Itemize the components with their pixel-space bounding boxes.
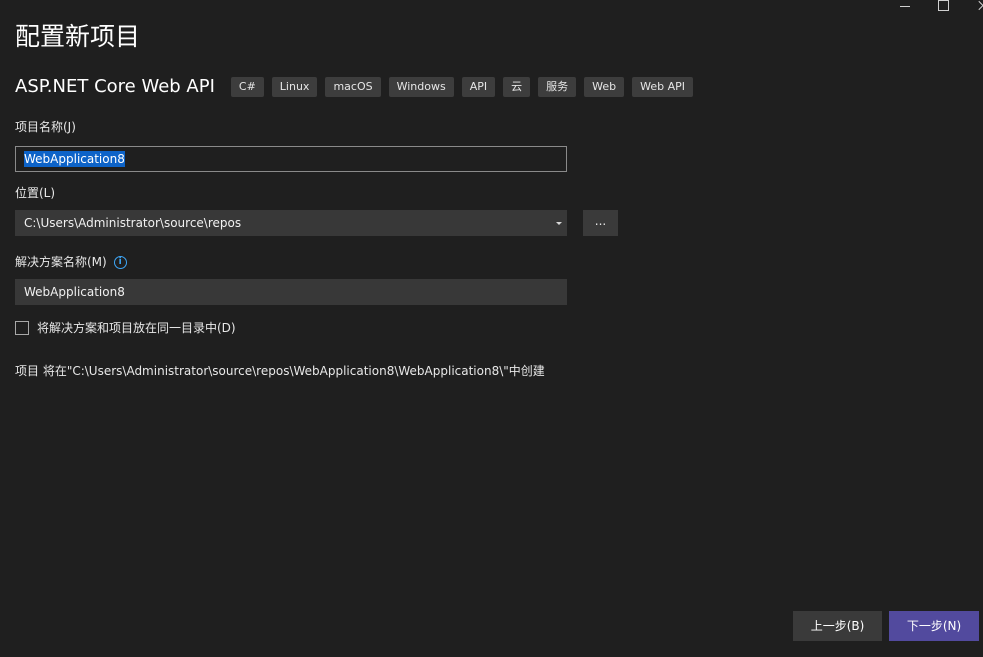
close-icon[interactable]: [975, 0, 983, 14]
minimize-icon[interactable]: [899, 0, 913, 14]
browse-button[interactable]: ...: [583, 210, 618, 236]
page-title: 配置新项目: [15, 22, 141, 51]
project-name-value: WebApplication8: [24, 151, 125, 167]
tag-web-api: Web API: [632, 77, 693, 97]
tag-windows: Windows: [388, 77, 454, 97]
back-button[interactable]: 上一步(B): [793, 611, 882, 641]
solution-name-label: 解决方案名称(M): [15, 255, 107, 269]
info-icon[interactable]: i: [113, 255, 127, 269]
same-directory-option[interactable]: 将解决方案和项目放在同一目录中(D): [15, 319, 236, 336]
next-button[interactable]: 下一步(N): [889, 611, 979, 641]
solution-name-value: WebApplication8: [24, 285, 125, 299]
maximize-icon[interactable]: [938, 0, 949, 14]
tag-service: 服务: [538, 77, 577, 97]
tag-csharp: C#: [230, 77, 264, 97]
project-name-input[interactable]: WebApplication8: [15, 146, 567, 172]
project-name-label: 项目名称(J): [15, 120, 76, 134]
configure-project-window: 配置新项目 ASP.NET Core Web API C# Linux macO…: [0, 0, 983, 657]
location-value: C:\Users\Administrator\source\repos: [24, 216, 242, 230]
location-combobox[interactable]: C:\Users\Administrator\source\repos: [15, 210, 567, 236]
template-name: ASP.NET Core Web API: [15, 76, 215, 97]
project-path-note: 项目 将在"C:\Users\Administrator\source\repo…: [15, 364, 545, 378]
tag-web: Web: [584, 77, 625, 97]
location-label: 位置(L): [15, 186, 56, 200]
tag-api: API: [461, 77, 496, 97]
solution-name-input[interactable]: WebApplication8: [15, 279, 567, 305]
chevron-down-icon[interactable]: [556, 222, 562, 225]
tag-cloud: 云: [503, 77, 531, 97]
same-directory-label: 将解决方案和项目放在同一目录中(D): [37, 321, 236, 335]
tag-macos: macOS: [325, 77, 381, 97]
template-header: ASP.NET Core Web API C# Linux macOS Wind…: [15, 76, 701, 98]
solution-name-label-row: 解决方案名称(M) i: [15, 254, 127, 270]
same-directory-checkbox[interactable]: [15, 320, 29, 335]
tag-linux: Linux: [271, 77, 318, 97]
